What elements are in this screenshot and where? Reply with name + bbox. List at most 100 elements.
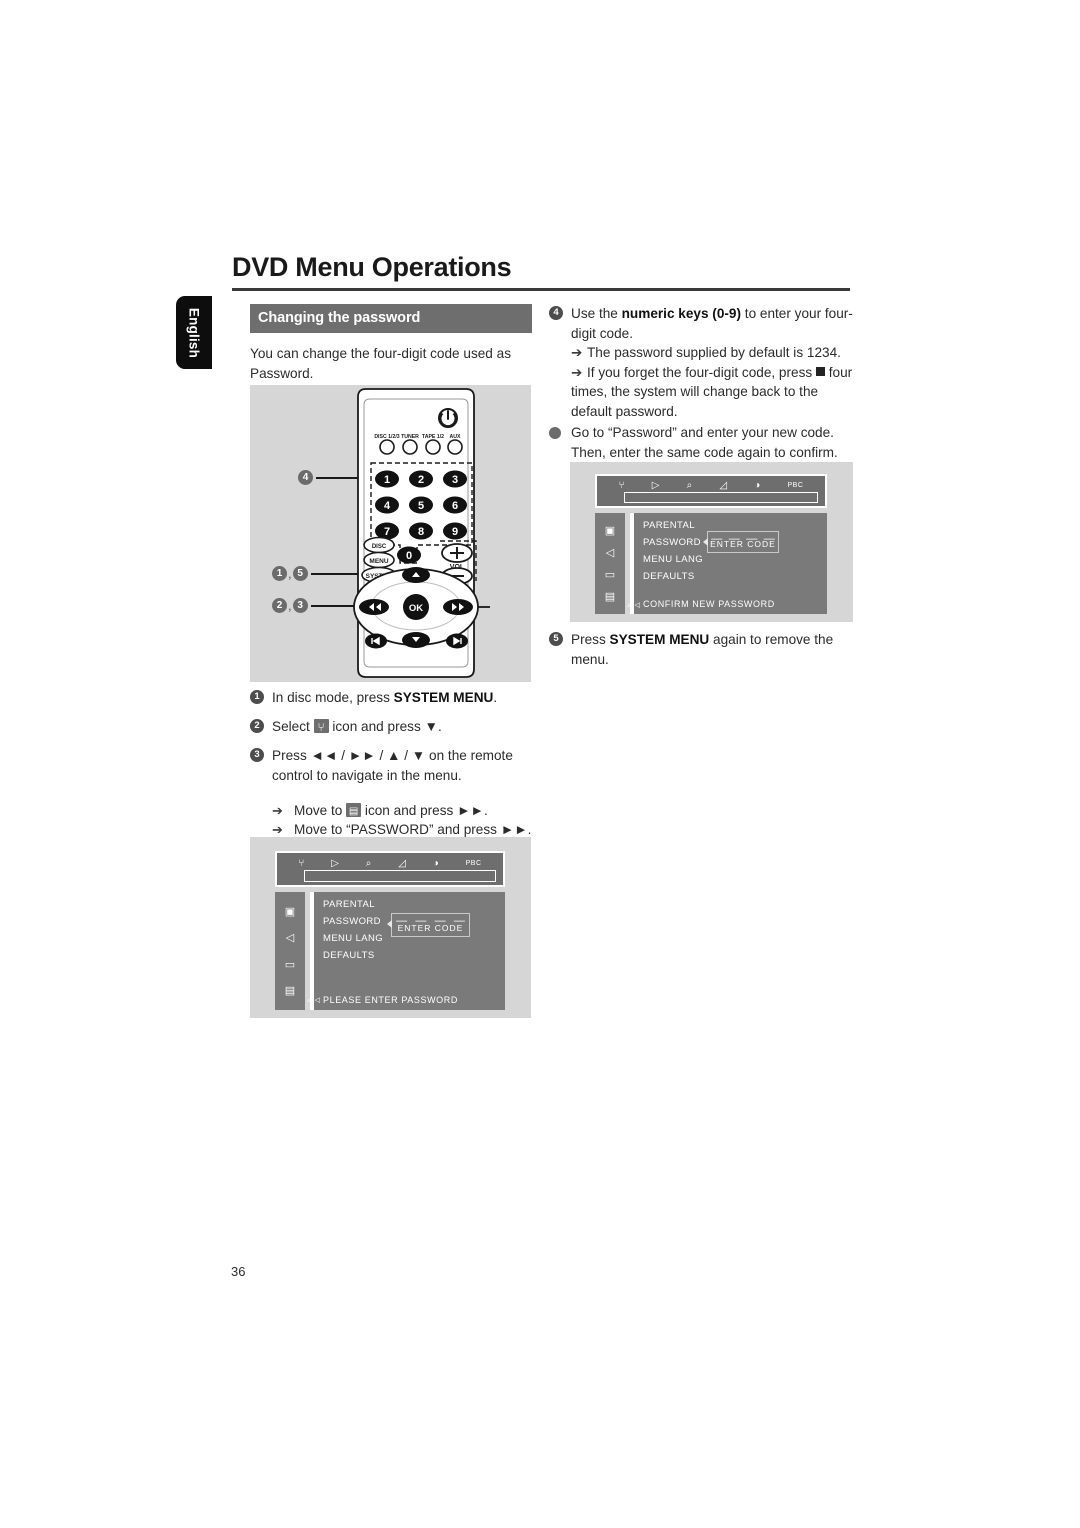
- speaker-icon: ◁: [285, 932, 295, 945]
- source-label-tape: TAPE 1/2: [422, 434, 444, 440]
- svg-text:0: 0: [406, 550, 412, 562]
- step-text-before: Select: [272, 719, 314, 734]
- step-bullet-note: Go to “Password” and enter your new code…: [549, 423, 854, 462]
- osd-top-bar: ⑂ ▷ ⌕ ◿ ◑ PBC: [595, 474, 827, 508]
- ok-button-label: OK: [409, 603, 423, 614]
- osd-body: ▣ ◁ ▭ ▤ PARENTAL PASSWORD MENU LANG DEFA…: [595, 513, 827, 614]
- remote-control-figure: 4 1 , 5 2 , 3 DISC 1/2/3 TUNER TAPE 1/2: [250, 385, 531, 682]
- svg-text:3: 3: [452, 474, 458, 486]
- osd-menu-item-parental[interactable]: PARENTAL: [643, 520, 827, 531]
- substep-text: The password supplied by default is 1234…: [587, 345, 841, 360]
- step-4: 4 Use the numeric keys (0-9) to enter yo…: [549, 304, 854, 421]
- bullet-marker: [549, 427, 561, 439]
- step-5-container: 5 Press SYSTEM MENU again to remove the …: [549, 630, 854, 671]
- osd-menu-item-defaults[interactable]: DEFAULTS: [323, 950, 505, 961]
- substep-text-before: If you forget the four-digit code, press: [587, 364, 816, 380]
- step-2: 2 Select icon and press ▼.: [250, 717, 540, 737]
- remote-control-illustration: DISC 1/2/3 TUNER TAPE 1/2 AUX 1 2 3 4 5 6 7 8…: [353, 388, 490, 678]
- tv-icon: ▤: [284, 985, 296, 998]
- step-number: 5: [549, 632, 563, 646]
- svg-text:5: 5: [418, 500, 424, 512]
- section-intro: You can change the four-digit code used …: [250, 346, 511, 381]
- osd-body: ▣ ◁ ▭ ▤ PARENTAL PASSWORD MENU LANG DEFA…: [275, 892, 505, 1010]
- osd-sidebar: ▣ ◁ ▭ ▤: [275, 892, 305, 1010]
- svg-text:8: 8: [418, 526, 424, 538]
- step-number: 1: [250, 690, 264, 704]
- osd-top-bar-underrow: [304, 869, 497, 882]
- tools-icon: ⑂: [618, 480, 625, 491]
- enter-code-box[interactable]: — — — — ENTER CODE: [703, 531, 779, 553]
- step-4-line-2: ➔ The password supplied by default is 123…: [571, 343, 854, 363]
- step-text-after: icon and press ▼.: [328, 719, 442, 734]
- audio-icon: ◿: [719, 480, 728, 491]
- menu-button-label: MENU: [369, 558, 388, 565]
- disc-button-label: DISC: [372, 544, 387, 550]
- step-text-before: Press: [571, 632, 610, 647]
- osd-main-panel: PARENTAL PASSWORD MENU LANG DEFAULTS — —…: [314, 892, 505, 1010]
- stop-button-icon: [815, 366, 825, 376]
- left-steps-list: 1 In disc mode, press SYSTEM MENU. 2 Sel…: [250, 688, 540, 839]
- step-5: 5 Press SYSTEM MENU again to remove the …: [549, 630, 854, 669]
- tools-icon: ⑂: [298, 857, 305, 869]
- svg-text:9: 9: [452, 526, 458, 538]
- source-label-aux: AUX: [450, 434, 461, 440]
- subtitle-icon: ▭: [284, 958, 296, 971]
- tv-icon: [346, 802, 362, 821]
- step-4-line-3: ➔ If you forget the four-digit code, pres…: [571, 363, 854, 422]
- substep-1: ➔ Move to icon and press ►►.: [250, 801, 540, 821]
- svg-text:6: 6: [452, 500, 458, 512]
- step-3: 3 Press ◄◄ / ►► / ▲ / ▼ on the remote co…: [250, 746, 540, 786]
- zoom-icon: ⌕: [365, 857, 372, 869]
- subtitle-icon: ▭: [604, 569, 616, 582]
- osd-top-bar-icons: ⑂ ▷ ⌕ ◿ ◑ PBC: [277, 855, 503, 871]
- osd-status-text: CONFIRM NEW PASSWORD: [643, 599, 775, 609]
- right-column: 4 Use the numeric keys (0-9) to enter yo…: [549, 304, 854, 464]
- osd-figure-confirm-password: ⑂ ▷ ⌕ ◿ ◑ PBC ▣ ◁ ▭ ▤ PARENTAL PASSWORD …: [570, 462, 853, 622]
- brightness-icon: ◑: [432, 857, 439, 869]
- arrow-marker: ➔: [571, 345, 583, 360]
- bullet-text: Go to “Password” and enter your new code…: [571, 425, 838, 460]
- step-text-before: In disc mode, press: [272, 690, 394, 705]
- play-icon: ▷: [331, 857, 339, 869]
- arrow-marker: ➔: [571, 364, 583, 380]
- osd-menu-item-defaults[interactable]: DEFAULTS: [643, 571, 827, 582]
- right-steps-list: 4 Use the numeric keys (0-9) to enter yo…: [549, 304, 854, 462]
- page-number: 36: [231, 1264, 246, 1279]
- step-number: 3: [250, 748, 264, 762]
- osd-menu-item-menu-lang[interactable]: MENU LANG: [643, 554, 827, 565]
- substep-text-before: Move to “PASSWORD” and press ►►.: [294, 822, 532, 837]
- step-4-line-1: Use the numeric keys (0-9) to enter your…: [571, 304, 854, 343]
- arrow-marker: ➔: [272, 803, 283, 818]
- zoom-icon: ⌕: [686, 480, 693, 491]
- language-tab-label: English: [186, 307, 202, 358]
- source-label-disc: DISC 1/2/3: [374, 434, 399, 440]
- svg-text:1: 1: [384, 474, 390, 486]
- osd-status-text: PLEASE ENTER PASSWORD: [323, 995, 458, 1005]
- osd-top-bar-underrow: [624, 491, 819, 503]
- step-number: 2: [250, 719, 264, 733]
- osd-figure-enter-password: ⑂ ▷ ⌕ ◿ ◑ PBC ▣ ◁ ▭ ▤ PARENTAL PASSWORD …: [250, 837, 531, 1018]
- osd-top-bar: ⑂ ▷ ⌕ ◿ ◑ PBC: [275, 851, 505, 887]
- pbc-label: PBC: [787, 482, 804, 489]
- speaker-icon: ◁: [605, 546, 615, 559]
- tv-icon: ▤: [604, 591, 616, 604]
- enter-code-label: ENTER CODE: [710, 539, 776, 549]
- osd-menu-item-parental[interactable]: PARENTAL: [323, 899, 505, 910]
- svg-text:7: 7: [384, 526, 390, 538]
- source-label-tuner: TUNER: [401, 434, 419, 440]
- enter-code-box[interactable]: — — — — ENTER CODE: [387, 913, 470, 937]
- page-title: DVD Menu Operations: [232, 252, 512, 282]
- tools-icon: [313, 717, 329, 737]
- osd-main-panel: PARENTAL PASSWORD MENU LANG DEFAULTS — —…: [634, 513, 827, 614]
- substep-text-after: icon and press ►►.: [361, 803, 488, 818]
- svg-text:2: 2: [418, 474, 424, 486]
- id-card-icon: ▣: [604, 524, 616, 537]
- brightness-icon: ◑: [754, 480, 761, 491]
- step-number: 4: [549, 306, 563, 320]
- step-bold-keyword: SYSTEM MENU: [609, 632, 710, 647]
- audio-icon: ◿: [398, 857, 406, 869]
- svg-text:4: 4: [384, 500, 391, 512]
- play-icon: ▷: [651, 480, 660, 491]
- section-heading: Changing the password: [250, 304, 532, 333]
- step-bold-keyword: numeric keys (0-9): [621, 306, 742, 321]
